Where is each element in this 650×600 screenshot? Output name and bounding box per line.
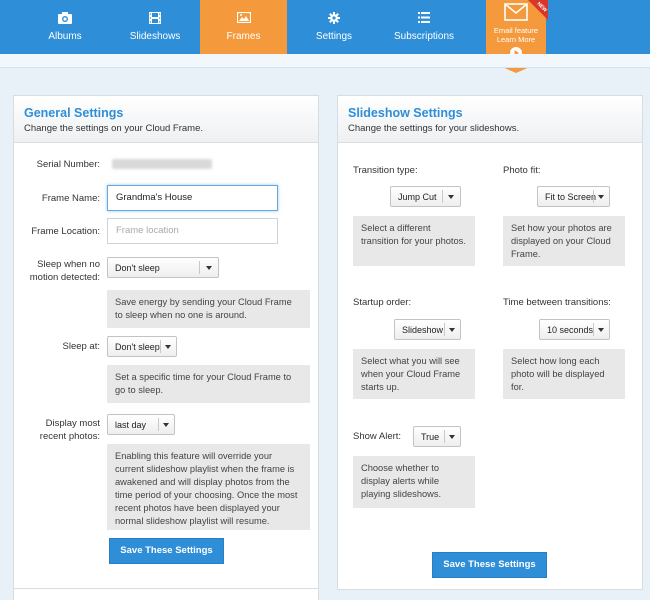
chevron-down-icon [163, 423, 169, 427]
slideshow-settings-title: Slideshow Settings [348, 106, 463, 120]
chevron-down-icon [165, 345, 171, 349]
show-alert-help: Choose whether to display alerts while p… [353, 456, 475, 508]
chevron-down-icon [448, 195, 454, 199]
chevron-down-icon [206, 266, 212, 270]
nav-frames-label: Frames [226, 31, 261, 42]
frame-location-label: Frame Location: [31, 226, 100, 237]
frame-name-label: Frame Name: [41, 193, 100, 204]
gear-icon [328, 12, 340, 24]
photo-fit-select[interactable]: Fit to Screen [537, 186, 610, 207]
general-settings-subtitle: Change the settings on your Cloud Frame. [24, 123, 204, 134]
learn-more-label: Learn More [496, 35, 536, 44]
recent-photos-help: Enabling this feature will override your… [107, 444, 310, 530]
show-alert-select[interactable]: True [413, 426, 461, 447]
nav-albums-label: Albums [48, 31, 82, 42]
nav-settings[interactable]: Settings [303, 0, 365, 54]
nav-slideshows-label: Slideshows [129, 31, 181, 42]
time-between-help: Select how long each photo will be displ… [503, 349, 625, 399]
slideshow-settings-subtitle: Change the settings for your slideshows. [348, 123, 520, 134]
frame-location-input[interactable]: Frame location [107, 218, 278, 244]
slideshow-settings-header: Slideshow Settings Change the settings f… [338, 96, 642, 143]
sleep-at-select[interactable]: Don't sleep [107, 336, 177, 357]
transition-type-select[interactable]: Jump Cut [390, 186, 461, 207]
recent-photos-label-line2: recent photos: [39, 431, 100, 442]
sleep-motion-label-line2: motion detected: [29, 272, 100, 283]
sleep-motion-help: Save energy by sending your Cloud Frame … [107, 290, 310, 328]
header-stripe [0, 54, 650, 68]
photo-fit-select-value: Fit to Screen [545, 192, 597, 202]
recent-photos-select-value: last day [115, 420, 147, 430]
time-between-select-value: 10 seconds [547, 325, 594, 335]
list-icon [418, 12, 430, 23]
top-navigation: Albums Slideshows Frames Settings Subscr… [0, 0, 650, 54]
transition-type-select-value: Jump Cut [398, 192, 437, 202]
general-save-button[interactable]: Save These Settings [109, 538, 224, 564]
sleep-at-help: Set a specific time for your Cloud Frame… [107, 365, 310, 403]
next-panel-edge [13, 588, 319, 600]
time-between-select[interactable]: 10 seconds [539, 319, 610, 340]
sleep-motion-label-line1: Sleep when no [37, 259, 100, 270]
chevron-down-icon [449, 328, 455, 332]
general-settings-title: General Settings [24, 106, 124, 120]
show-alert-label: Show Alert: [353, 431, 402, 442]
transition-type-help: Select a different transition for your p… [353, 216, 475, 266]
startup-order-label: Startup order: [353, 297, 412, 308]
serial-number-label: Serial Number: [36, 159, 100, 170]
recent-photos-label-line1: Display most [45, 418, 100, 429]
envelope-icon [504, 3, 528, 21]
email-feature-label: Email feature [493, 26, 539, 35]
startup-order-select[interactable]: Slideshow [394, 319, 461, 340]
slideshow-save-button[interactable]: Save These Settings [432, 552, 547, 578]
chevron-down-icon [598, 328, 604, 332]
photo-fit-help: Set how your photos are displayed on you… [503, 216, 625, 266]
nav-subscriptions-label: Subscriptions [393, 31, 455, 42]
serial-number-value-blurred [112, 159, 212, 169]
sleep-at-select-value: Don't sleep [115, 342, 160, 352]
chevron-down-icon [449, 435, 455, 439]
transition-type-label: Transition type: [353, 165, 418, 176]
nav-subscriptions[interactable]: Subscriptions [387, 0, 461, 54]
nav-frames[interactable]: Frames [200, 0, 287, 54]
photo-fit-label: Photo fit: [503, 165, 541, 176]
startup-order-select-value: Slideshow [402, 325, 444, 335]
nav-albums[interactable]: Albums [30, 0, 100, 54]
sleep-motion-select[interactable]: Don't sleep [107, 257, 219, 278]
image-icon [236, 12, 251, 23]
recent-photos-select[interactable]: last day [107, 414, 175, 435]
camera-icon [58, 12, 72, 24]
sleep-at-label: Sleep at: [62, 341, 101, 352]
chevron-down-icon [598, 195, 604, 199]
startup-order-help: Select what you will see when your Cloud… [353, 349, 475, 399]
nav-slideshows[interactable]: Slideshows [119, 0, 191, 54]
show-alert-select-value: True [421, 432, 440, 442]
sleep-motion-select-value: Don't sleep [115, 263, 160, 273]
new-ribbon: NEW [528, 0, 548, 20]
nav-settings-label: Settings [315, 31, 353, 42]
frame-name-input[interactable]: Grandma's House [107, 185, 278, 211]
film-icon [149, 12, 161, 24]
general-settings-header: General Settings Change the settings on … [14, 96, 318, 143]
time-between-label: Time between transitions: [503, 297, 611, 308]
